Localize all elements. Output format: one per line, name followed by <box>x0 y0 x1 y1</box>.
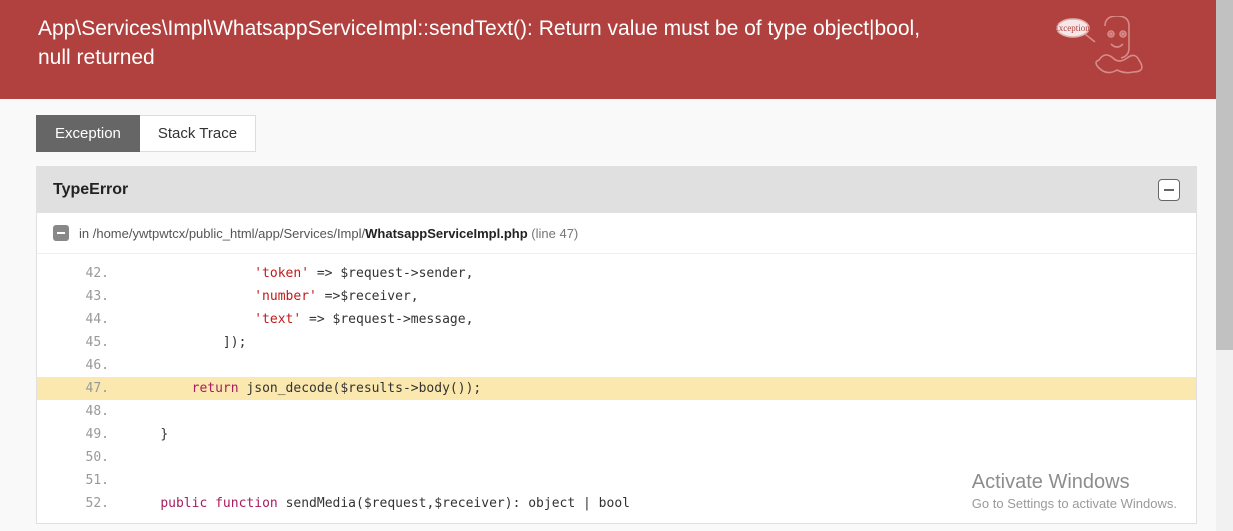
code-line: 45. ]); <box>37 331 1196 354</box>
panel-header: TypeError <box>37 167 1196 213</box>
file-path-prefix: in /home/ywtpwtcx/public_html/app/Servic… <box>79 226 365 241</box>
file-line: (line 47) <box>528 226 579 241</box>
line-number: 42. <box>37 262 129 285</box>
source-line: return json_decode($results->body()); <box>129 377 1196 400</box>
tabs: Exception Stack Trace <box>36 115 1197 152</box>
source-line: public function sendMedia($request,$rece… <box>129 492 1196 515</box>
line-number: 45. <box>37 331 129 354</box>
scrollbar-thumb[interactable] <box>1216 0 1233 350</box>
error-header: App\Services\Impl\WhatsappServiceImpl::s… <box>0 0 1233 99</box>
code-line: 46. <box>37 354 1196 377</box>
tab-stack-trace[interactable]: Stack Trace <box>140 115 256 152</box>
collapse-icon[interactable] <box>1158 179 1180 201</box>
source-line: 'token' => $request->sender, <box>129 262 1196 285</box>
line-number: 47. <box>37 377 129 400</box>
source-line: ]); <box>129 331 1196 354</box>
code-block: 42. 'token' => $request->sender,43. 'num… <box>37 254 1196 523</box>
file-path: in /home/ywtpwtcx/public_html/app/Servic… <box>79 226 578 241</box>
svg-text:Exception!: Exception! <box>1055 23 1093 33</box>
code-line: 43. 'number' =>$receiver, <box>37 285 1196 308</box>
collapse-mini-icon[interactable] <box>53 225 69 241</box>
code-line: 51. <box>37 469 1196 492</box>
code-line: 50. <box>37 446 1196 469</box>
source-line <box>129 446 1196 469</box>
code-line: 48. <box>37 400 1196 423</box>
tab-exception[interactable]: Exception <box>36 115 140 152</box>
scrollbar[interactable] <box>1216 0 1233 531</box>
content-area: Exception Stack Trace TypeError in /home… <box>0 99 1233 524</box>
source-line: 'number' =>$receiver, <box>129 285 1196 308</box>
error-panel: TypeError in /home/ywtpwtcx/public_html/… <box>36 166 1197 524</box>
code-line: 49. } <box>37 423 1196 446</box>
error-title: App\Services\Impl\WhatsappServiceImpl::s… <box>38 14 958 73</box>
line-number: 49. <box>37 423 129 446</box>
code-line: 42. 'token' => $request->sender, <box>37 262 1196 285</box>
line-number: 52. <box>37 492 129 515</box>
source-line: 'text' => $request->message, <box>129 308 1196 331</box>
line-number: 44. <box>37 308 129 331</box>
code-line: 52. public function sendMedia($request,$… <box>37 492 1196 515</box>
source-line <box>129 469 1196 492</box>
line-number: 51. <box>37 469 129 492</box>
file-location-row: in /home/ywtpwtcx/public_html/app/Servic… <box>37 213 1196 254</box>
line-number: 43. <box>37 285 129 308</box>
code-line: 47. return json_decode($results->body())… <box>37 377 1196 400</box>
ghost-icon: Exception! <box>1055 16 1165 83</box>
file-path-file: WhatsappServiceImpl.php <box>365 226 528 241</box>
line-number: 48. <box>37 400 129 423</box>
code-line: 44. 'text' => $request->message, <box>37 308 1196 331</box>
source-line <box>129 354 1196 377</box>
error-type: TypeError <box>53 181 128 199</box>
source-line <box>129 400 1196 423</box>
line-number: 50. <box>37 446 129 469</box>
line-number: 46. <box>37 354 129 377</box>
source-line: } <box>129 423 1196 446</box>
